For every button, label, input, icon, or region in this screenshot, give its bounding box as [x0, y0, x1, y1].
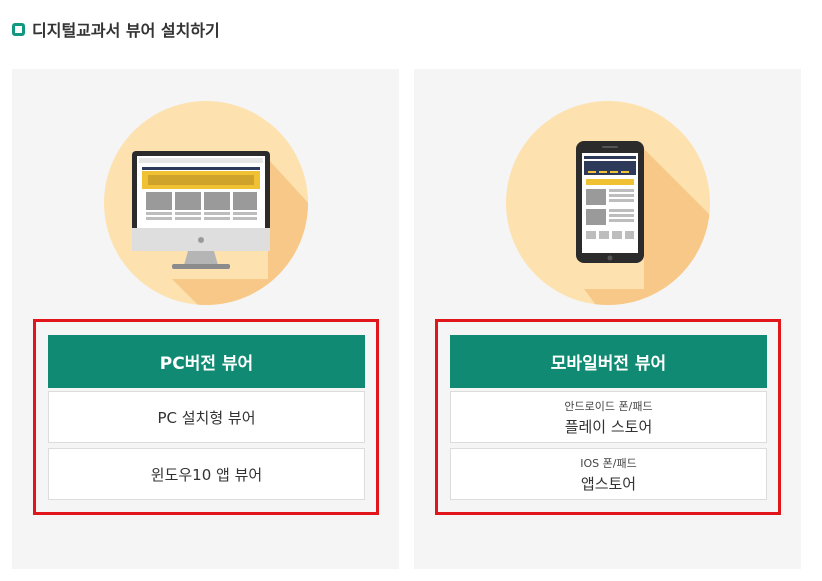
mobile-viewer-card: 모바일버전 뷰어 안드로이드 폰/패드 플레이 스토어 IOS 폰/패드 앱스토… [414, 69, 801, 569]
smartphone-icon [506, 101, 710, 305]
android-device-label: 안드로이드 폰/패드 [564, 399, 653, 413]
app-store-button[interactable]: IOS 폰/패드 앱스토어 [450, 448, 767, 500]
app-store-label: 앱스토어 [580, 474, 637, 493]
desktop-monitor-icon [104, 101, 308, 305]
section-title: 디지털교과서 뷰어 설치하기 [32, 21, 220, 40]
windows10-app-viewer-button[interactable]: 윈도우10 앱 뷰어 [48, 448, 365, 500]
square-bullet-icon [12, 22, 25, 36]
play-store-button[interactable]: 안드로이드 폰/패드 플레이 스토어 [450, 391, 767, 443]
ios-device-label: IOS 폰/패드 [580, 456, 637, 470]
windows10-app-viewer-label: 윈도우10 앱 뷰어 [150, 465, 263, 484]
pc-installer-viewer-label: PC 설치형 뷰어 [157, 408, 256, 427]
pc-download-highlight: PC버전 뷰어 PC 설치형 뷰어 윈도우10 앱 뷰어 [33, 319, 379, 515]
pc-installer-viewer-button[interactable]: PC 설치형 뷰어 [48, 391, 365, 443]
mobile-viewer-heading: 모바일버전 뷰어 [450, 335, 767, 388]
pc-viewer-heading: PC버전 뷰어 [48, 335, 365, 388]
mobile-download-highlight: 모바일버전 뷰어 안드로이드 폰/패드 플레이 스토어 IOS 폰/패드 앱스토… [435, 319, 781, 515]
section-header: 디지털교과서 뷰어 설치하기 [12, 17, 220, 41]
play-store-label: 플레이 스토어 [564, 417, 653, 436]
pc-viewer-card: PC버전 뷰어 PC 설치형 뷰어 윈도우10 앱 뷰어 [12, 69, 399, 569]
